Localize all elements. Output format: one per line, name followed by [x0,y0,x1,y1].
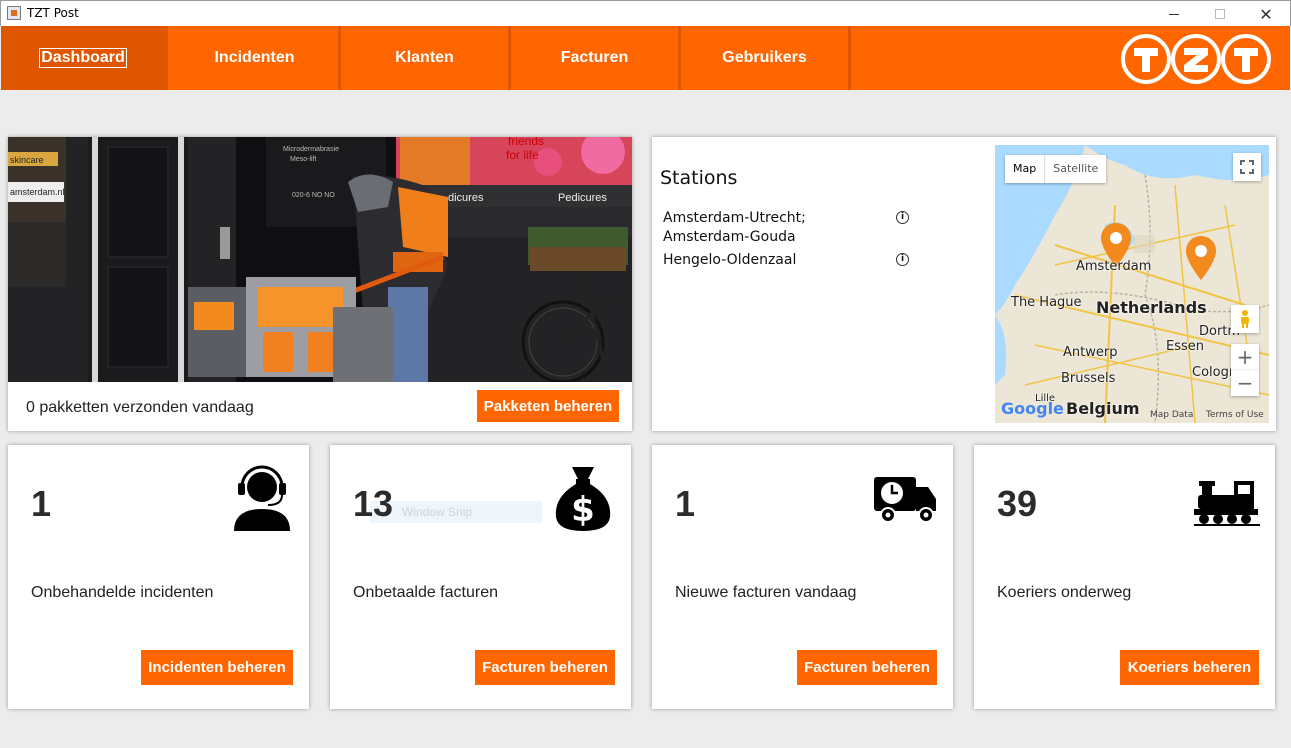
stat-value: 13 [353,483,394,524]
fullscreen-button[interactable] [1233,153,1261,181]
delivery-truck-icon [874,477,936,523]
tzt-logo [1121,34,1271,84]
nav-item-facturen[interactable]: Facturen [511,26,681,90]
window-snip-overlay: Window Snip [370,501,542,523]
fullscreen-icon [1240,160,1254,174]
stat-value: 39 [997,483,1038,524]
stat-value: 1 [675,483,696,524]
maximize-button[interactable] [1197,1,1243,27]
google-logo-text: Google [1001,399,1064,418]
java-app-icon [7,6,21,20]
map-data-link[interactable]: Map Data [1150,410,1193,420]
map-pin-icon[interactable] [1184,234,1218,282]
terms-of-use-link[interactable]: Terms of Use [1206,410,1264,420]
courier-photo: skincare amsterdam.nl Microdermabrasie M… [8,137,632,382]
nav-label: Dashboard [39,48,127,68]
nav-label: Klanten [395,49,454,66]
window-title: TZT Post [27,6,79,20]
photo-sign: Pedicures [558,192,607,204]
close-button[interactable]: ✕ [1243,1,1289,27]
photo-sign: amsterdam.nl [10,187,65,197]
stations-map[interactable]: Amsterdam The Hague Netherlands Antwerp … [995,145,1269,423]
stat-card-incidents: 1 Onbehandelde incidenten Incidenten beh… [8,445,309,709]
manage-invoices-button[interactable]: Facturen beheren [475,650,615,685]
close-icon: ✕ [1259,4,1273,24]
zoom-in-button[interactable]: + [1231,344,1259,370]
photo-sign: 020-6 NO NO [292,192,335,199]
main-nav: Dashboard Incidenten Klanten Facturen Ge… [1,26,1290,90]
map-label: Essen [1166,339,1204,354]
window-titlebar: TZT Post ✕ [0,0,1291,26]
map-label: Brussels [1061,371,1116,386]
manage-incidents-button[interactable]: Incidenten beheren [141,650,293,685]
manage-couriers-button[interactable]: Koeriers beheren [1120,650,1259,685]
pegman-icon [1241,310,1249,328]
minimize-button[interactable] [1151,1,1197,27]
stations-title: Stations [660,167,738,189]
map-label: The Hague [1011,295,1082,310]
photo-sign: friends [508,137,544,148]
packages-card: skincare amsterdam.nl Microdermabrasie M… [8,137,632,431]
stations-card: Stations Amsterdam-Utrecht; Amsterdam-Go… [652,137,1276,431]
station-item[interactable]: Amsterdam-Utrecht; Amsterdam-Gouda i [663,209,913,247]
info-icon[interactable]: i [896,253,909,266]
manage-packages-button[interactable]: Pakketen beheren [477,390,619,422]
stat-label: Onbehandelde incidenten [31,584,214,601]
zoom-out-button[interactable]: − [1231,370,1259,396]
map-type-map-button[interactable]: Map [1005,155,1044,183]
support-agent-icon [234,465,290,531]
nav-item-incidenten[interactable]: Incidenten [171,26,341,90]
stat-label: Koeriers onderweg [997,584,1132,601]
map-label: Netherlands [1096,298,1207,317]
nav-item-dashboard[interactable]: Dashboard [1,26,168,90]
station-name: Amsterdam-Utrecht; Amsterdam-Gouda [663,210,806,245]
nav-item-klanten[interactable]: Klanten [341,26,511,90]
map-label: Belgium [1066,399,1140,418]
photo-sign: Microdermabrasie [283,146,339,153]
google-logo: Google [1001,399,1064,418]
stat-card-couriers: 39 Koeriers onderweg Koeriers beheren [974,445,1275,709]
nav-label: Gebruikers [722,49,807,66]
map-type-satellite-button[interactable]: Satellite [1044,155,1106,183]
photo-sign: for life [506,148,539,162]
station-item[interactable]: Hengelo-Oldenzaal i [663,251,913,270]
minimize-icon [1169,13,1179,15]
station-list: Amsterdam-Utrecht; Amsterdam-Gouda i Hen… [663,209,913,274]
train-icon [1194,481,1260,526]
stat-card-new-invoices: 1 Nieuwe facturen vandaag Facturen beher… [652,445,953,709]
map-label: Amsterdam [1076,259,1152,274]
station-name: Hengelo-Oldenzaal [663,252,797,268]
stat-label: Onbetaalde facturen [353,584,498,601]
info-icon[interactable]: i [896,211,909,224]
map-type-toggle: Map Satellite [1005,155,1107,183]
stat-card-unpaid-invoices: Window Snip 13 $ Onbetaalde facturen Fac… [330,445,631,709]
photo-sign: skincare [10,155,44,165]
map-label: Antwerp [1063,345,1118,360]
manage-invoices-button[interactable]: Facturen beheren [797,650,937,685]
packages-sent-today: 0 pakketten verzonden vandaag [26,399,254,416]
svg-text:$: $ [571,490,595,530]
maximize-icon [1215,9,1225,19]
money-bag-icon: $ [555,467,611,531]
stat-label: Nieuwe facturen vandaag [675,584,857,601]
photo-sign: dicures [448,192,484,204]
stat-value: 1 [31,483,52,524]
street-view-button[interactable] [1231,305,1259,333]
photo-sign: Meso-lift [290,156,317,163]
nav-item-gebruikers[interactable]: Gebruikers [681,26,851,90]
nav-label: Incidenten [214,49,295,66]
nav-label: Facturen [560,49,629,66]
